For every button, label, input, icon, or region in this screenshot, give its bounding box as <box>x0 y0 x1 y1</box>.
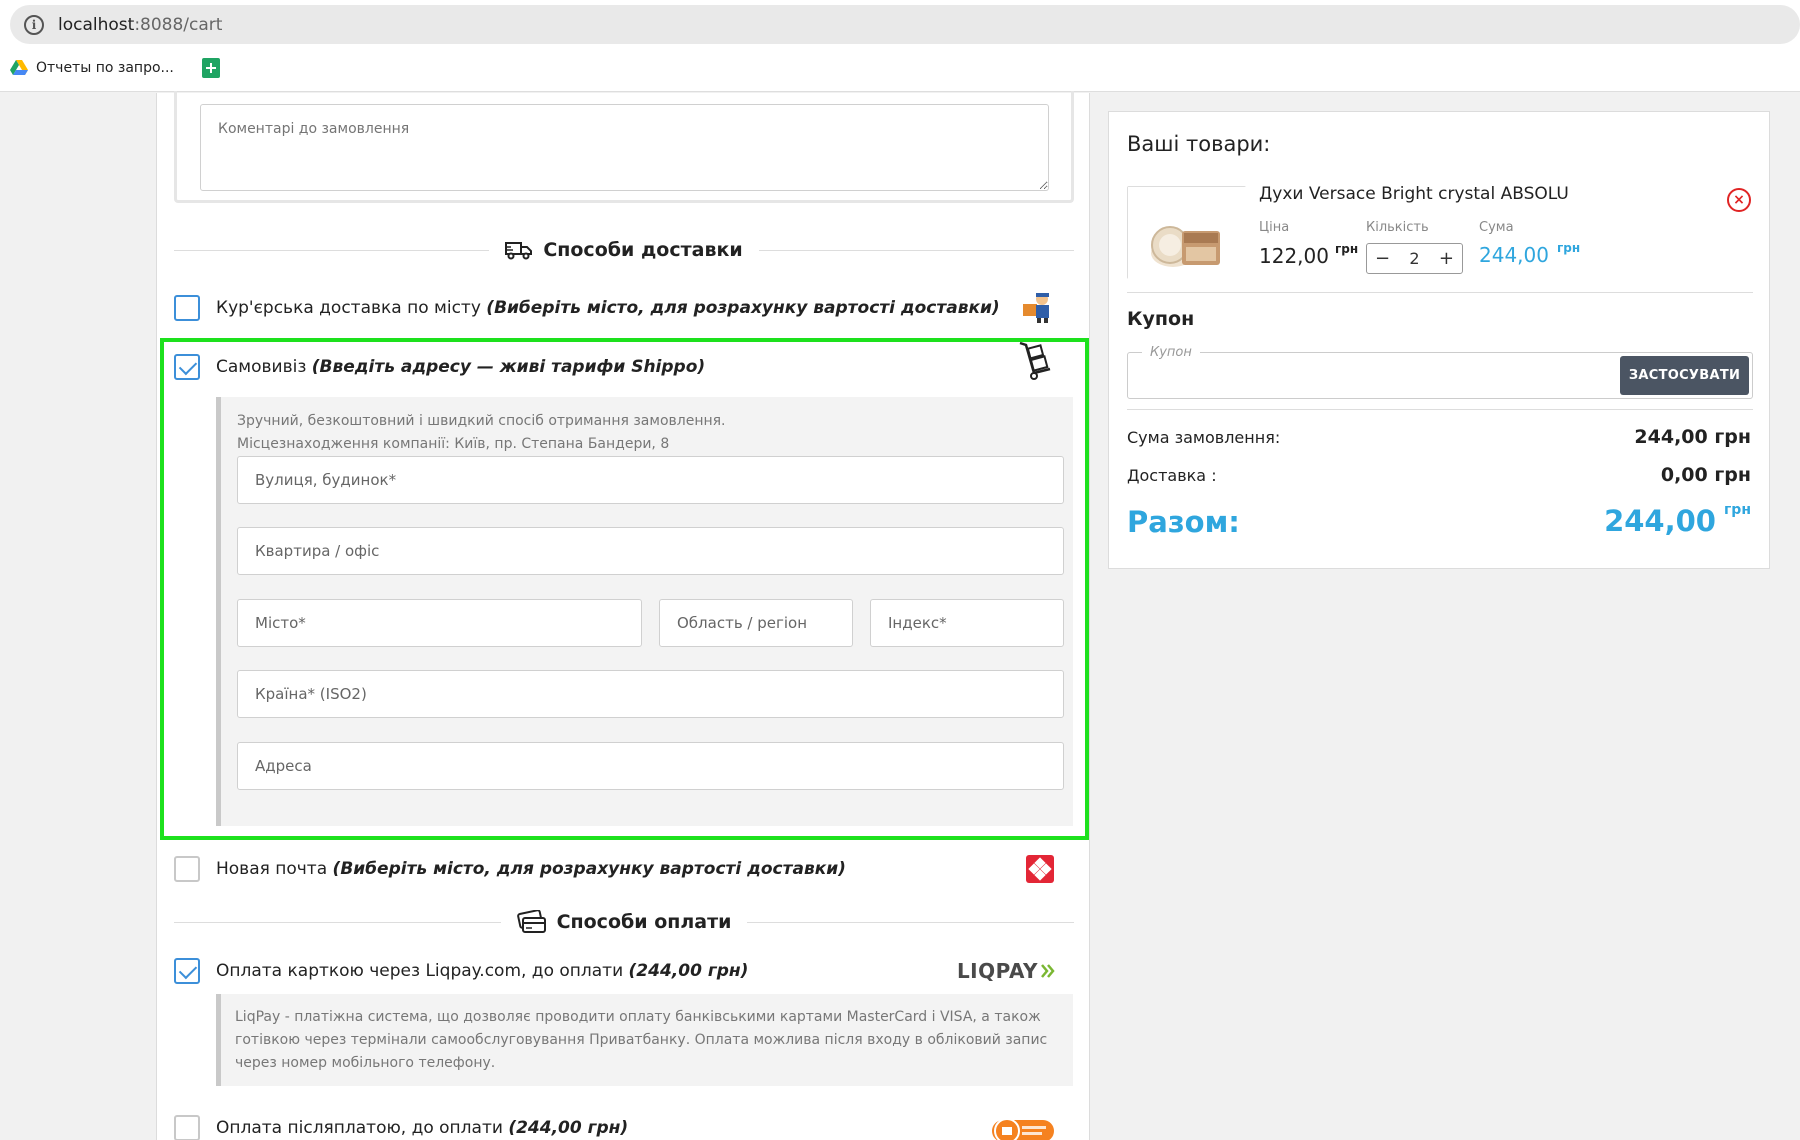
google-drive-icon[interactable] <box>10 60 28 76</box>
coupon-title: Купон <box>1127 308 1195 330</box>
payment-title: Способи оплати <box>556 911 732 933</box>
product-image[interactable] <box>1127 186 1247 280</box>
total-currency: грн <box>1723 502 1751 518</box>
unit-price-value: 122,00 <box>1259 244 1329 268</box>
cart-title: Ваші товари: <box>1127 132 1271 156</box>
delivery-section-title: Способи доставки <box>174 235 1074 265</box>
cod-label: Оплата післяплатою, до оплати (244,00 гр… <box>216 1118 628 1138</box>
quantity-value[interactable]: 2 <box>1409 249 1419 268</box>
liqpay-checkbox[interactable] <box>174 958 200 984</box>
cod-badge-icon <box>992 1118 1054 1140</box>
divider <box>1127 409 1753 410</box>
line-total-value: 244,00 <box>1479 243 1549 267</box>
bookmarks-bar: Отчеты по запро... <box>10 56 220 80</box>
decrease-qty-button[interactable]: − <box>1375 248 1390 269</box>
browser-chrome: i localhost:8088/cart Отчеты по запро... <box>0 0 1800 92</box>
unit-price: 122,00 грн <box>1259 242 1359 268</box>
payment-option-liqpay[interactable]: Оплата карткою через Liqpay.com, до опла… <box>174 953 1074 989</box>
liqpay-description-panel: LiqPay - платіжна система, що дозволяє п… <box>216 994 1073 1086</box>
highlight-frame <box>160 338 1089 840</box>
truck-icon <box>505 242 533 260</box>
quantity-stepper: − 2 + <box>1366 243 1463 274</box>
cod-note: (244,00 грн) <box>508 1118 629 1138</box>
liqpay-logo: LIQPAY <box>957 959 1056 983</box>
total-amount: 244,00 <box>1604 504 1716 538</box>
payment-section-title: Способи оплати <box>174 907 1075 937</box>
card-payment-icon <box>516 910 546 933</box>
courier-note: (Виберіть місто, для розрахунку вартості… <box>486 298 1000 318</box>
liqpay-note: (244,00 грн) <box>628 961 749 981</box>
url-path: :8088/cart <box>134 14 223 35</box>
line-total-currency: грн <box>1556 241 1581 255</box>
line-total: 244,00 грн <box>1479 241 1581 267</box>
perfume-image <box>1128 187 1247 280</box>
divider <box>758 249 1074 251</box>
unit-price-currency: грн <box>1334 242 1359 256</box>
order-sum-label: Сума замовлення: <box>1127 428 1281 447</box>
nova-poshta-label: Новая почта (Виберіть місто, для розраху… <box>216 859 846 879</box>
delivery-cost-value: 0,00 грн <box>1660 464 1751 486</box>
liqpay-label-text: Оплата карткою через Liqpay.com, до опла… <box>216 961 624 981</box>
sum-label: Сума <box>1479 220 1514 235</box>
apply-coupon-button[interactable]: ЗАСТОСУВАТИ <box>1620 356 1749 395</box>
cod-checkbox[interactable] <box>174 1115 200 1140</box>
address-bar[interactable]: i localhost:8088/cart <box>10 5 1800 44</box>
delivery-option-nova-poshta[interactable]: Новая почта (Виберіть місто, для розраху… <box>174 851 1074 887</box>
divider <box>174 249 490 251</box>
nova-poshta-icon <box>1026 855 1054 883</box>
delivery-title: Способи доставки <box>543 239 743 261</box>
double-chevron-icon <box>1041 964 1055 978</box>
site-info-icon[interactable]: i <box>24 14 44 35</box>
courier-icon <box>1023 293 1049 323</box>
total-label: Разом: <box>1127 505 1240 539</box>
courier-label: Кур'єрська доставка по місту (Виберіть м… <box>216 298 1000 318</box>
google-sheets-icon[interactable] <box>201 58 220 78</box>
cod-label-text: Оплата післяплатою, до оплати <box>216 1118 503 1138</box>
bookmark-label[interactable]: Отчеты по запро... <box>36 60 174 76</box>
divider <box>1127 292 1753 293</box>
cart-summary: Ваші товари: Духи Versace Bright crystal… <box>1108 111 1770 569</box>
liqpay-description: LiqPay - платіжна система, що дозволяє п… <box>235 1009 1048 1071</box>
order-comment-input[interactable] <box>200 104 1049 191</box>
price-label: Ціна <box>1259 220 1290 235</box>
nova-poshta-note: (Виберіть місто, для розрахунку вартості… <box>332 859 846 879</box>
nova-poshta-checkbox[interactable] <box>174 856 200 882</box>
increase-qty-button[interactable]: + <box>1439 248 1454 269</box>
delivery-option-courier[interactable]: Кур'єрська доставка по місту (Виберіть м… <box>174 290 1074 326</box>
delivery-cost-label: Доставка : <box>1127 466 1217 485</box>
courier-checkbox[interactable] <box>174 295 200 321</box>
url-text[interactable]: localhost:8088/cart <box>58 15 222 35</box>
total-value: 244,00 грн <box>1604 502 1751 538</box>
courier-label-text: Кур'єрська доставка по місту <box>216 298 481 318</box>
comment-section <box>174 91 1074 203</box>
order-sum-value: 244,00 грн <box>1634 426 1751 448</box>
coupon-input[interactable]: Купон ЗАСТОСУВАТИ <box>1127 345 1753 399</box>
payment-option-cod[interactable]: Оплата післяплатою, до оплати (244,00 гр… <box>174 1110 1074 1140</box>
coupon-legend: Купон <box>1142 345 1200 360</box>
nova-poshta-label-text: Новая почта <box>216 859 328 879</box>
liqpay-label: Оплата карткою через Liqpay.com, до опла… <box>216 961 748 981</box>
remove-item-icon[interactable]: × <box>1727 188 1751 212</box>
quantity-label: Кількість <box>1366 220 1429 235</box>
divider <box>747 921 1075 923</box>
divider <box>174 921 501 923</box>
product-name[interactable]: Духи Versace Bright crystal ABSOLU <box>1259 184 1569 204</box>
url-host: localhost <box>58 14 135 35</box>
liqpay-logo-text: LIQPAY <box>956 959 1038 983</box>
